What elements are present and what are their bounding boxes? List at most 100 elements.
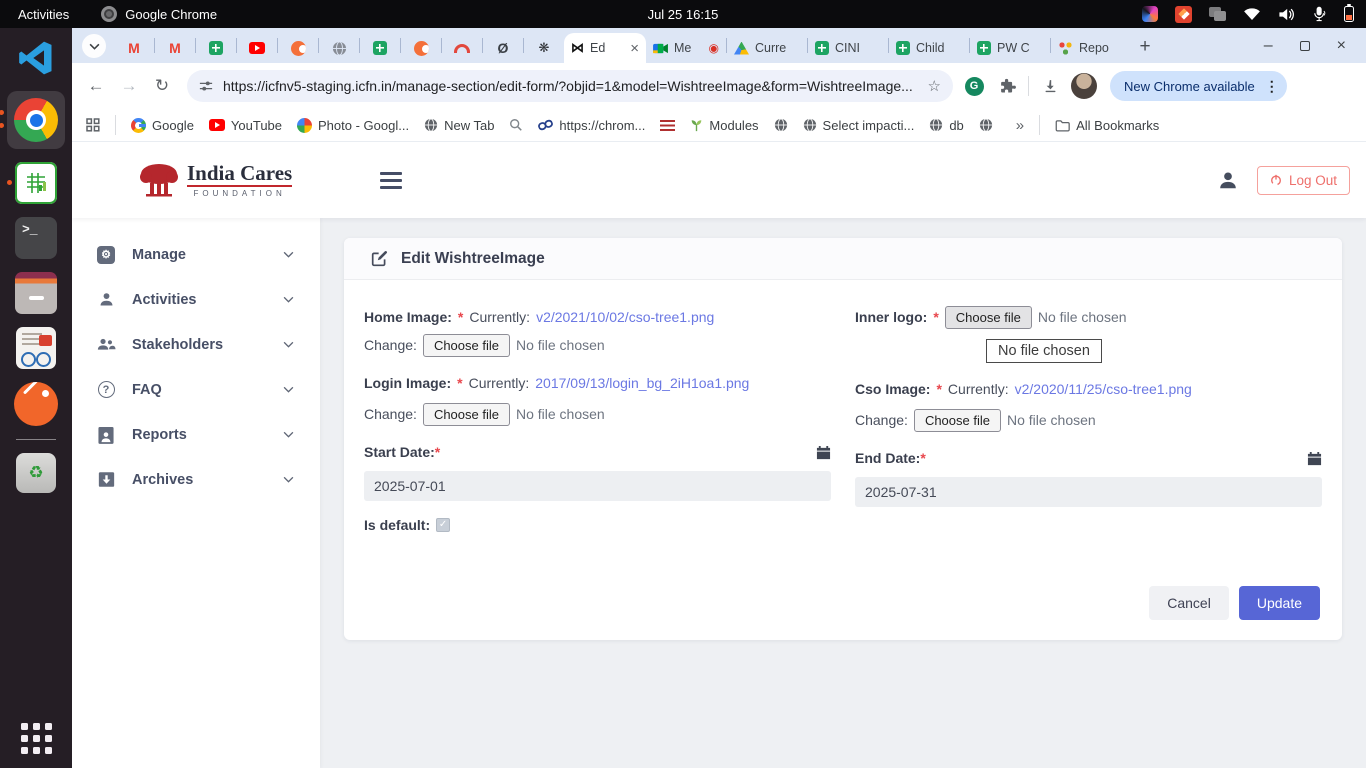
dock-vscode[interactable] <box>16 38 56 78</box>
bookmarks-overflow-button[interactable]: » <box>1016 117 1024 134</box>
sidebar-item-stakeholders[interactable]: Stakeholders <box>72 322 320 367</box>
dock-chrome[interactable] <box>7 91 65 149</box>
sidebar-item-archives[interactable]: Archives <box>72 457 320 502</box>
all-bookmarks-button[interactable]: All Bookmarks <box>1055 118 1159 133</box>
grammarly-extension[interactable]: G <box>962 77 986 96</box>
restore-button[interactable] <box>1300 41 1310 51</box>
show-applications-button[interactable] <box>21 723 52 754</box>
pinned-tab-chatgpt[interactable]: ❋ <box>524 33 564 63</box>
bookmark-new-tab[interactable]: New Tab <box>424 118 494 133</box>
sheets-icon <box>977 41 991 55</box>
chat-indicator-icon[interactable] <box>1209 7 1226 21</box>
home-image-link[interactable]: v2/2021/10/02/cso-tree1.png <box>536 309 714 325</box>
tab-sheet-cini[interactable]: CINI <box>808 33 888 63</box>
inner-logo-choose-file-button[interactable]: Choose file <box>945 306 1032 329</box>
profile-avatar[interactable] <box>1071 73 1097 99</box>
tab-edit-wishtreeimage[interactable]: ⋈ Ed × <box>564 33 646 63</box>
extensions-button[interactable] <box>995 78 1019 95</box>
calendar-icon[interactable] <box>1307 451 1322 466</box>
microphone-icon[interactable] <box>1312 6 1327 22</box>
reload-button[interactable]: ↻ <box>150 76 174 96</box>
dock-document-viewer[interactable] <box>16 327 56 369</box>
dock-libreoffice-calc[interactable] <box>15 162 57 204</box>
bookmark-bajaj[interactable] <box>660 120 675 131</box>
bookmark-label: YouTube <box>231 118 282 133</box>
chrome-update-button[interactable]: New Chrome available ⋮ <box>1110 71 1287 101</box>
chrome-update-label: New Chrome available <box>1124 79 1255 94</box>
bookmark-star-icon[interactable]: ☆ <box>928 77 941 95</box>
site-settings-icon[interactable] <box>199 79 213 93</box>
pinned-tab-arc[interactable] <box>442 33 482 63</box>
is-default-checkbox[interactable]: ✓ <box>436 518 450 532</box>
activities-button[interactable]: Activities <box>0 0 87 28</box>
bookmark-google[interactable]: Google <box>131 118 194 133</box>
pinned-tab-orange-1[interactable] <box>278 33 318 63</box>
close-window-button[interactable]: × <box>1337 38 1346 54</box>
url-text[interactable]: https://icfnv5-staging.icfn.in/manage-se… <box>223 78 918 94</box>
start-date-input[interactable] <box>364 471 831 501</box>
prism-app-icon[interactable] <box>1142 6 1158 22</box>
bookmark-modules[interactable]: Modules <box>690 118 758 133</box>
close-tab-icon[interactable]: × <box>630 41 639 56</box>
calendar-icon[interactable] <box>816 445 831 460</box>
address-bar[interactable]: https://icfnv5-staging.icfn.in/manage-se… <box>187 70 953 102</box>
minimize-button[interactable]: – <box>1264 38 1273 54</box>
site-logo[interactable]: India Cares FOUNDATION <box>138 161 292 199</box>
pinned-tab-globe[interactable] <box>319 33 359 63</box>
tab-search-button[interactable] <box>82 34 106 58</box>
pinned-tab-gmail-2[interactable]: M <box>155 33 195 63</box>
dock-files[interactable] <box>15 272 57 314</box>
bookmark-globe-1[interactable] <box>774 118 788 132</box>
bookmark-chromium[interactable]: https://chrom... <box>538 118 645 133</box>
update-button[interactable]: Update <box>1239 586 1320 620</box>
youtube-icon <box>249 42 265 54</box>
pinned-tab-orange-2[interactable] <box>401 33 441 63</box>
dock-postman[interactable] <box>14 382 58 426</box>
wifi-icon[interactable] <box>1243 7 1261 21</box>
login-image-link[interactable]: 2017/09/13/login_bg_2iH1oa1.png <box>535 375 749 391</box>
tab-sheet-child[interactable]: Child <box>889 33 969 63</box>
volume-icon[interactable] <box>1278 7 1295 22</box>
cancel-button[interactable]: Cancel <box>1149 586 1229 620</box>
tab-drive[interactable]: Curre <box>727 33 807 63</box>
bookmark-search[interactable] <box>509 118 523 132</box>
bookmark-youtube[interactable]: YouTube <box>209 118 282 133</box>
sidebar-item-faq[interactable]: ? FAQ <box>72 367 320 412</box>
pinned-tab-slashed-circle[interactable]: Ø <box>483 33 523 63</box>
sidebar-toggle-button[interactable] <box>380 172 402 189</box>
bookmark-select-impact[interactable]: Select impacti... <box>803 118 915 133</box>
new-tab-button[interactable]: + <box>1131 33 1159 61</box>
pinned-tab-gmail-1[interactable]: M <box>114 33 154 63</box>
bookmark-db[interactable]: db <box>929 118 963 133</box>
dock-terminal[interactable]: >_ <box>15 217 57 259</box>
apps-grid-icon[interactable] <box>86 118 100 132</box>
user-icon[interactable] <box>1217 169 1239 191</box>
end-date-input[interactable] <box>855 477 1322 507</box>
browser-menu-icon[interactable]: ⋮ <box>1265 78 1279 95</box>
home-image-choose-file-button[interactable]: Choose file <box>423 334 510 357</box>
cso-image-link[interactable]: v2/2020/11/25/cso-tree1.png <box>1015 381 1192 397</box>
bookmark-photos[interactable]: Photo - Googl... <box>297 118 409 133</box>
logout-button[interactable]: Log Out <box>1257 166 1350 195</box>
pinned-tab-youtube[interactable] <box>237 33 277 63</box>
sidebar-item-reports[interactable]: Reports <box>72 412 320 457</box>
sidebar-item-manage[interactable]: ⚙ Manage <box>72 232 320 277</box>
pinned-tab-sheets-2[interactable] <box>360 33 400 63</box>
dock-trash[interactable]: ♻ <box>16 453 56 493</box>
system-tray[interactable] <box>1142 6 1366 23</box>
forward-button[interactable]: → <box>117 76 141 96</box>
login-image-choose-file-button[interactable]: Choose file <box>423 403 510 426</box>
tab-meet[interactable]: Me ◉ <box>646 33 726 63</box>
downloads-button[interactable] <box>1038 78 1062 95</box>
puzzle-icon <box>999 78 1016 95</box>
cso-image-choose-file-button[interactable]: Choose file <box>914 409 1001 432</box>
screen-recorder-icon[interactable] <box>1175 6 1192 23</box>
tab-sheet-pw[interactable]: PW C <box>970 33 1050 63</box>
tab-repo[interactable]: Repo <box>1051 33 1131 63</box>
focused-app-menu[interactable]: Google Chrome <box>101 6 217 22</box>
battery-icon[interactable] <box>1344 6 1354 22</box>
back-button[interactable]: ← <box>84 76 108 96</box>
pinned-tab-sheets-1[interactable] <box>196 33 236 63</box>
bookmark-globe-2[interactable] <box>979 118 993 132</box>
sidebar-item-activities[interactable]: Activities <box>72 277 320 322</box>
